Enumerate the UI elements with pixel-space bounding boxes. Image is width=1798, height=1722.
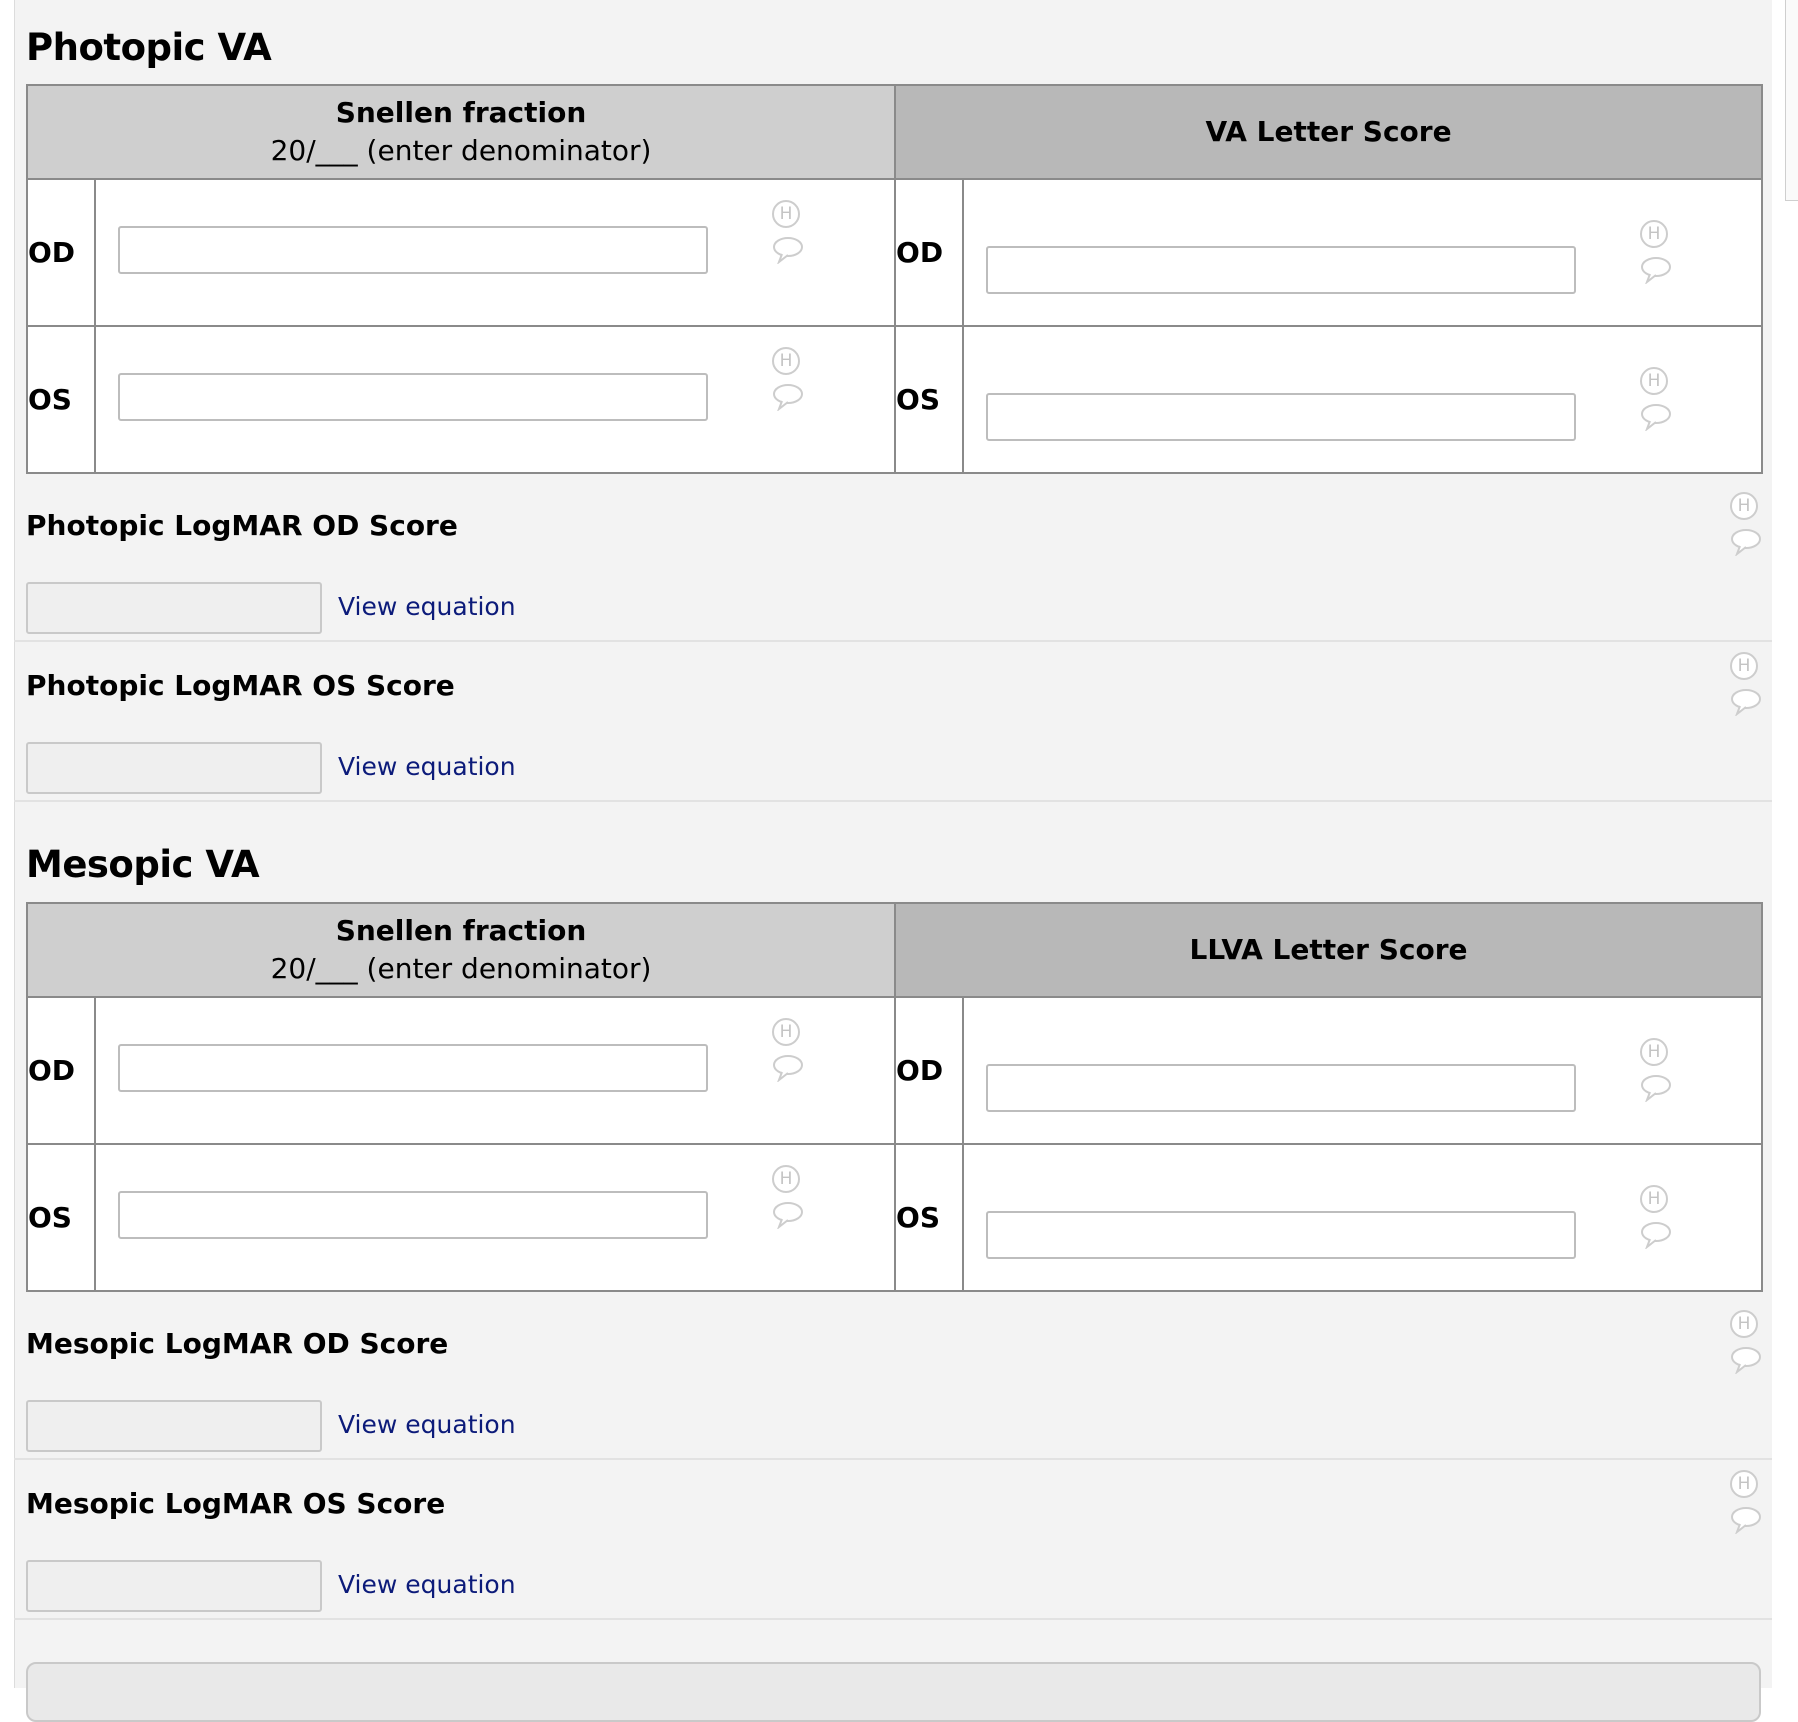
row-label-od: OD (26, 996, 96, 1145)
row-label-os: OS (894, 325, 965, 474)
history-icon[interactable]: H (1730, 1310, 1758, 1338)
photopic-logmar-od-label: Photopic LogMAR OD Score (26, 509, 458, 542)
view-equation-link[interactable]: View equation (338, 1412, 516, 1437)
mesopic-snellen-os-cell: H (93, 1143, 897, 1292)
comment-icon[interactable] (1640, 1221, 1672, 1249)
photopic-letter-od-input[interactable] (986, 246, 1577, 294)
mesopic-snellen-od-input[interactable] (118, 1044, 708, 1092)
row-label-od: OD (26, 178, 96, 327)
history-icon[interactable]: H (1640, 220, 1669, 248)
history-icon[interactable]: H (1730, 1470, 1758, 1498)
snellen-header: Snellen fraction 20/___ (enter denominat… (25, 84, 897, 180)
photopic-logmar-os-input[interactable] (26, 742, 322, 794)
view-equation-link[interactable]: View equation (338, 754, 516, 779)
photopic-snellen-od-input[interactable] (118, 226, 708, 274)
row-label-od: OD (894, 178, 965, 327)
snellen-header: Snellen fraction 20/___ (enter denominat… (25, 902, 897, 998)
snellen-header-title: Snellen fraction (335, 96, 587, 129)
view-equation-link[interactable]: View equation (338, 1572, 516, 1597)
comment-icon[interactable] (1640, 1074, 1672, 1102)
comment-icon[interactable] (1730, 528, 1762, 556)
snellen-header-title: Snellen fraction (335, 914, 587, 947)
photopic-letter-od-cell: H (962, 178, 1764, 327)
mesopic-snellen-os-input[interactable] (118, 1191, 708, 1239)
photopic-logmar-od-input[interactable] (26, 582, 322, 634)
photopic-va-table: Snellen fraction 20/___ (enter denominat… (25, 84, 1764, 474)
row-label-os: OS (26, 325, 96, 474)
history-icon[interactable]: H (1640, 1038, 1669, 1066)
photopic-snellen-os-input[interactable] (118, 373, 708, 421)
mesopic-letter-os-cell: H (962, 1143, 1764, 1292)
comment-icon[interactable] (772, 1201, 804, 1229)
history-icon[interactable]: H (1640, 367, 1669, 395)
mesopic-snellen-od-cell: H (93, 996, 897, 1145)
mesopic-logmar-od-input[interactable] (26, 1400, 322, 1452)
mesopic-logmar-os-row: Mesopic LogMAR OS Score View equation H (14, 1460, 1772, 1620)
row-label-os: OS (26, 1143, 96, 1292)
view-equation-link[interactable]: View equation (338, 594, 516, 619)
row-label-os: OS (894, 1143, 965, 1292)
history-icon[interactable]: H (1730, 492, 1758, 520)
comment-icon[interactable] (772, 383, 804, 411)
mesopic-letter-od-input[interactable] (986, 1064, 1577, 1112)
comment-icon[interactable] (1640, 403, 1672, 431)
photopic-letter-os-input[interactable] (986, 393, 1577, 441)
letter-score-header-title: LLVA Letter Score (1189, 933, 1468, 966)
history-icon[interactable]: H (772, 347, 800, 375)
mesopic-logmar-od-row: Mesopic LogMAR OD Score View equation H (14, 1300, 1772, 1460)
history-icon[interactable]: H (1730, 652, 1758, 680)
next-section-box (26, 1662, 1761, 1722)
scrollbar[interactable] (1785, 0, 1798, 201)
comment-icon[interactable] (1730, 688, 1762, 716)
comment-icon[interactable] (1640, 256, 1672, 284)
comment-icon[interactable] (1730, 1346, 1762, 1374)
comment-icon[interactable] (1730, 1506, 1762, 1534)
mesopic-letter-od-cell: H (962, 996, 1764, 1145)
letter-score-header-title: VA Letter Score (1205, 115, 1452, 148)
history-icon[interactable]: H (772, 1165, 800, 1193)
letter-score-header: VA Letter Score (894, 84, 1764, 180)
photopic-logmar-os-label: Photopic LogMAR OS Score (26, 669, 455, 702)
history-icon[interactable]: H (772, 1018, 800, 1046)
mesopic-logmar-os-input[interactable] (26, 1560, 322, 1612)
section-title-photopic: Photopic VA (26, 26, 272, 69)
photopic-logmar-od-row: Photopic LogMAR OD Score View equation H (14, 482, 1772, 642)
history-icon[interactable]: H (1640, 1185, 1669, 1213)
mesopic-va-table: Snellen fraction 20/___ (enter denominat… (25, 902, 1764, 1292)
comment-icon[interactable] (772, 1054, 804, 1082)
row-label-od: OD (894, 996, 965, 1145)
photopic-snellen-od-cell: H (93, 178, 897, 327)
section-title-mesopic: Mesopic VA (26, 843, 260, 886)
snellen-header-hint: 20/___ (enter denominator) (270, 134, 652, 167)
letter-score-header: LLVA Letter Score (894, 902, 1764, 998)
photopic-letter-os-cell: H (962, 325, 1764, 474)
snellen-header-hint: 20/___ (enter denominator) (270, 952, 652, 985)
comment-icon[interactable] (772, 236, 804, 264)
photopic-logmar-os-row: Photopic LogMAR OS Score View equation H (14, 642, 1772, 802)
history-icon[interactable]: H (772, 200, 800, 228)
mesopic-logmar-od-label: Mesopic LogMAR OD Score (26, 1327, 449, 1360)
mesopic-letter-os-input[interactable] (986, 1211, 1577, 1259)
photopic-snellen-os-cell: H (93, 325, 897, 474)
mesopic-logmar-os-label: Mesopic LogMAR OS Score (26, 1487, 446, 1520)
